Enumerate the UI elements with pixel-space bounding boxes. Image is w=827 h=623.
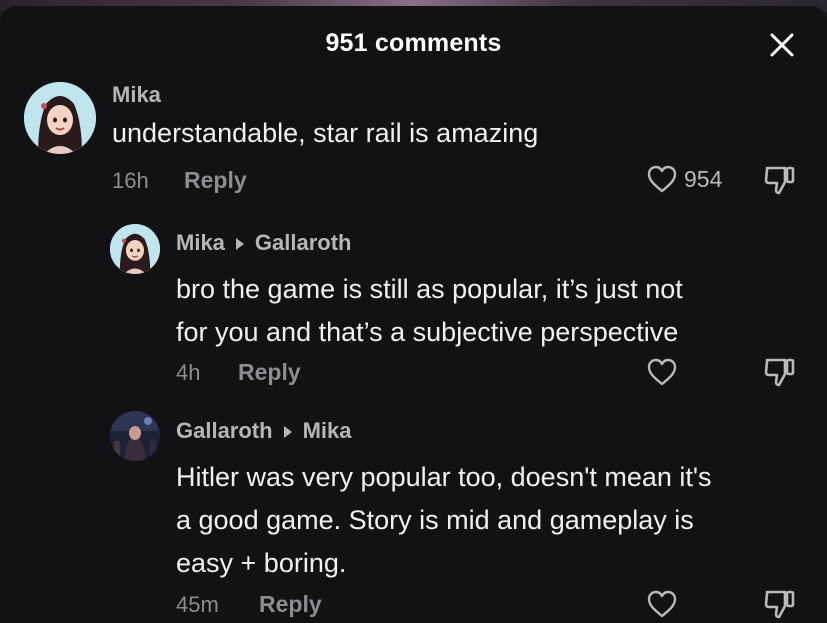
comment-text-line: bro the game is still as popular, it’s j… bbox=[176, 274, 683, 304]
heart-icon bbox=[647, 590, 677, 618]
avatar[interactable] bbox=[110, 224, 160, 274]
dislike-button[interactable] bbox=[763, 588, 797, 623]
close-button[interactable] bbox=[767, 30, 797, 60]
comment-text-line: Hitler was very popular too, doesn't mea… bbox=[176, 462, 712, 492]
reply-to-username[interactable]: Gallaroth bbox=[255, 230, 352, 255]
avatar[interactable] bbox=[24, 82, 96, 154]
reply-button[interactable]: Reply bbox=[238, 359, 301, 386]
reply-to-username[interactable]: Mika bbox=[303, 418, 352, 443]
avatar-image bbox=[110, 411, 160, 461]
comment-text: understandable, star rail is amazing bbox=[112, 118, 539, 148]
avatar[interactable] bbox=[110, 411, 160, 461]
dislike-button[interactable] bbox=[763, 356, 797, 393]
reply-arrow-icon bbox=[235, 231, 245, 257]
comments-count-title: 951 comments bbox=[325, 29, 502, 57]
dislike-button[interactable] bbox=[763, 164, 797, 201]
thumbs-down-icon bbox=[764, 358, 795, 387]
comments-header: 951 comments bbox=[0, 6, 827, 82]
comment-timestamp: 16h bbox=[112, 168, 149, 193]
reply-arrow-icon bbox=[283, 419, 293, 445]
like-button[interactable] bbox=[646, 589, 678, 619]
close-icon bbox=[770, 33, 794, 57]
comment-username[interactable]: Mika bbox=[112, 82, 161, 108]
heart-icon bbox=[647, 165, 677, 193]
like-button[interactable] bbox=[646, 357, 678, 387]
thumbs-down-icon bbox=[764, 590, 795, 619]
comment-text-line: easy + boring. bbox=[176, 548, 347, 578]
heart-icon bbox=[647, 358, 677, 386]
reply-header: Gallaroth Mika bbox=[176, 418, 352, 445]
avatar-image bbox=[110, 224, 160, 274]
avatar-image bbox=[24, 82, 96, 154]
comment-timestamp: 4h bbox=[176, 360, 201, 385]
like-button[interactable]: 954 bbox=[646, 164, 722, 194]
comment-text: bro the game is still as popular, it’s j… bbox=[176, 268, 683, 354]
comment-text: Hitler was very popular too, doesn't mea… bbox=[176, 456, 712, 585]
comment-username[interactable]: Mika bbox=[176, 230, 225, 255]
reply-button[interactable]: Reply bbox=[259, 591, 322, 618]
reply-button[interactable]: Reply bbox=[184, 167, 247, 194]
comments-sheet: 951 comments Mika understandable, star r… bbox=[0, 6, 827, 623]
reply-header: Mika Gallaroth bbox=[176, 230, 352, 257]
comment-text-line: for you and that’s a subjective perspect… bbox=[176, 317, 679, 347]
comment-timestamp: 45m bbox=[176, 592, 219, 617]
comment-username[interactable]: Gallaroth bbox=[176, 418, 273, 443]
comment-text-line: a good game. Story is mid and gameplay i… bbox=[176, 505, 694, 535]
like-count: 954 bbox=[684, 165, 723, 192]
thumbs-down-icon bbox=[764, 166, 795, 195]
